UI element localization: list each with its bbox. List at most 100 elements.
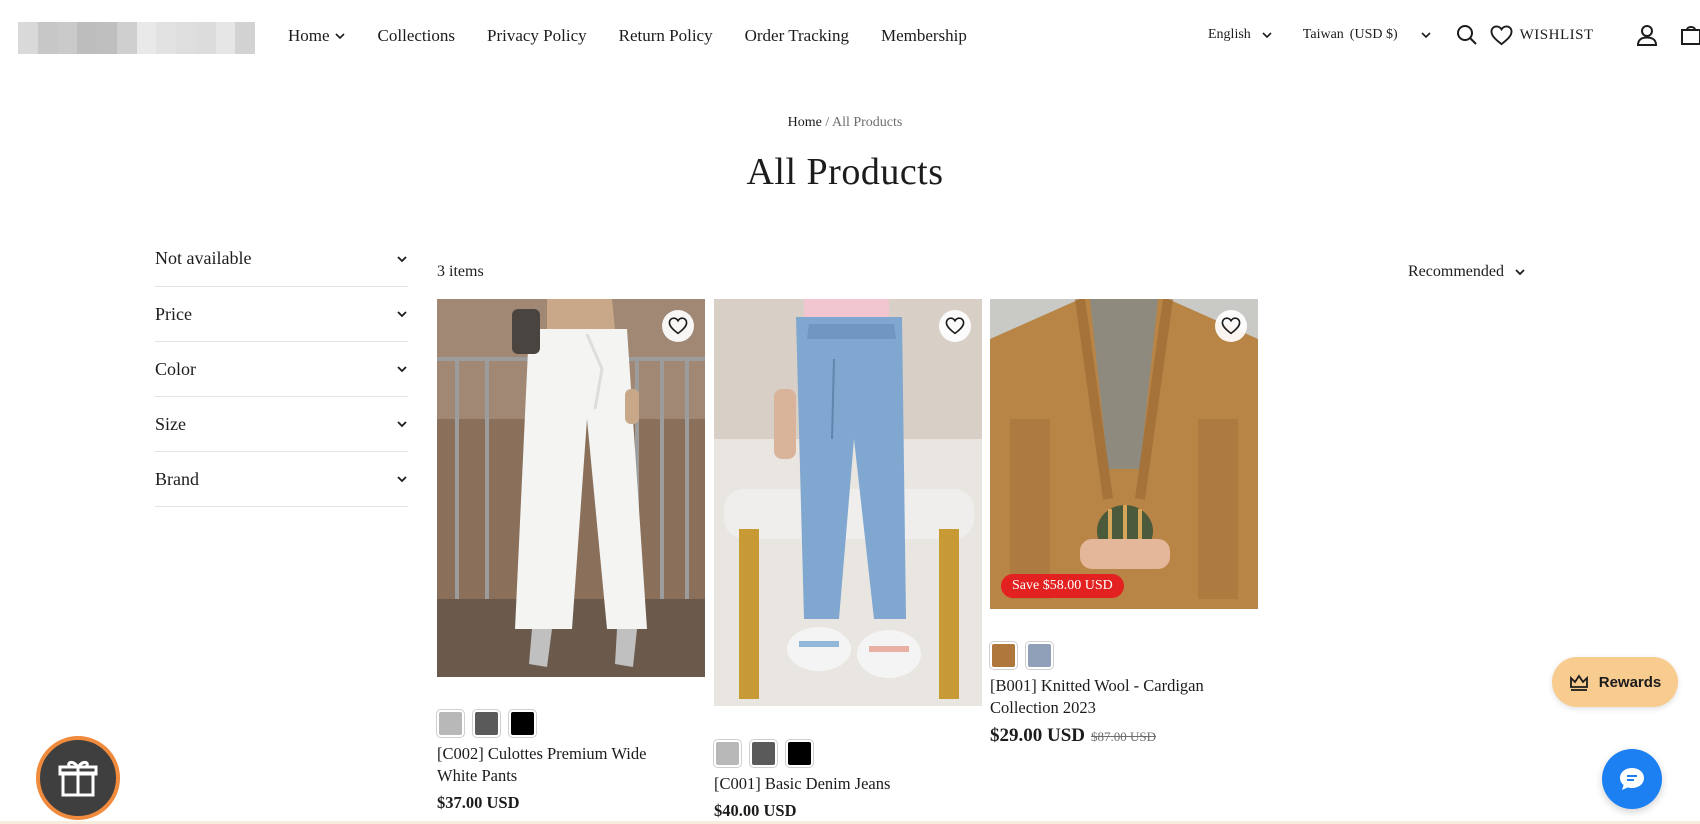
- product-image[interactable]: Save $58.00 USD: [990, 299, 1258, 609]
- breadcrumb-current: All Products: [831, 115, 903, 130]
- filter-size[interactable]: Size: [155, 397, 408, 452]
- product-title[interactable]: [C002] Culottes Premium Wide White Pants: [437, 743, 705, 787]
- logo-block: [77, 22, 97, 38]
- heart-add-icon: [945, 317, 965, 335]
- nav-return-policy-label: Return Policy: [618, 26, 713, 45]
- logo-block: [97, 38, 117, 54]
- breadcrumb: Home / All Products: [0, 115, 1690, 131]
- product-photo-white-pants: [437, 299, 705, 677]
- heart-add-icon: [668, 317, 688, 335]
- currency-label: (USD $): [1349, 27, 1398, 42]
- logo-block: [215, 22, 236, 38]
- filter-availability[interactable]: Not available: [155, 231, 408, 287]
- language-selector[interactable]: English: [1208, 27, 1273, 43]
- rewards-label: Rewards: [1598, 673, 1662, 691]
- logo-block: [156, 38, 176, 54]
- logo-block: [57, 22, 78, 38]
- product-image[interactable]: [714, 299, 982, 706]
- nav-privacy-policy-label: Privacy Policy: [487, 26, 587, 45]
- product-price: $37.00 USD: [437, 793, 520, 812]
- chat-button[interactable]: [1602, 749, 1662, 809]
- color-swatch[interactable]: [473, 710, 500, 737]
- rewards-button[interactable]: Rewards: [1552, 657, 1678, 707]
- chevron-down-icon: [397, 366, 407, 373]
- chevron-down-icon: [1421, 32, 1431, 39]
- product-card[interactable]: [C002] Culottes Premium Wide White Pants…: [437, 299, 705, 813]
- product-title-line: Collection 2023: [990, 698, 1096, 717]
- nav-collections-label: Collections: [377, 26, 455, 45]
- logo-block: [176, 22, 196, 38]
- gift-button[interactable]: [36, 736, 120, 820]
- logo-block: [195, 38, 216, 54]
- product-card[interactable]: [C001] Basic Denim Jeans $40.00 USD: [714, 299, 982, 821]
- breadcrumb-home-link[interactable]: Home: [788, 115, 822, 130]
- nav-order-tracking[interactable]: Order Tracking: [745, 26, 849, 46]
- wishlist-toggle[interactable]: [939, 310, 971, 342]
- filter-label: Size: [155, 413, 186, 434]
- chevron-down-icon: [1262, 32, 1272, 39]
- logo-block: [235, 38, 255, 54]
- logo-block: [57, 38, 78, 54]
- filter-color[interactable]: Color: [155, 342, 408, 397]
- logo-block: [116, 22, 137, 38]
- chevron-down-icon: [397, 476, 407, 483]
- chevron-down-icon: [1515, 269, 1525, 276]
- nav-membership[interactable]: Membership: [881, 26, 967, 46]
- compare-at-price: $87.00 USD: [1091, 729, 1157, 744]
- logo-block: [18, 22, 38, 38]
- sort-dropdown[interactable]: Recommended: [1408, 263, 1526, 281]
- filter-sidebar: Not available Price Color Size Brand: [155, 231, 408, 507]
- color-swatch[interactable]: [786, 740, 813, 767]
- chat-bubble-icon: [1620, 768, 1644, 790]
- color-swatch[interactable]: [714, 740, 741, 767]
- language-label: English: [1208, 27, 1251, 42]
- filter-brand[interactable]: Brand: [155, 452, 408, 507]
- sale-badge: Save $58.00 USD: [1001, 574, 1124, 598]
- filter-price[interactable]: Price: [155, 287, 408, 342]
- product-count: 3 items: [437, 263, 484, 280]
- color-swatch[interactable]: [1026, 642, 1053, 669]
- store-logo[interactable]: [18, 22, 255, 54]
- cart-button[interactable]: [1680, 24, 1700, 46]
- color-swatch[interactable]: [750, 740, 777, 767]
- nav-privacy-policy[interactable]: Privacy Policy: [487, 26, 587, 46]
- wishlist-toggle[interactable]: [1215, 310, 1247, 342]
- filter-label: Color: [155, 358, 197, 379]
- wishlist-label: WISHLIST: [1519, 26, 1594, 43]
- logo-block: [18, 38, 38, 54]
- logo-block: [215, 38, 236, 54]
- logo-block: [37, 38, 58, 54]
- product-title[interactable]: [C001] Basic Denim Jeans: [714, 773, 982, 795]
- nav-return-policy[interactable]: Return Policy: [619, 26, 713, 46]
- search-button[interactable]: [1456, 24, 1478, 46]
- crown-icon: [1569, 674, 1588, 691]
- account-icon: [1636, 25, 1657, 46]
- product-photo-cardigan: [990, 299, 1258, 609]
- product-card[interactable]: Save $58.00 USD [B001] Knitted Wool - Ca…: [990, 299, 1258, 747]
- breadcrumb-separator: /: [825, 115, 830, 130]
- page-title: All Products: [746, 151, 944, 193]
- product-price: $40.00 USD: [714, 801, 797, 820]
- color-swatch[interactable]: [437, 710, 464, 737]
- logo-block: [37, 22, 58, 38]
- heart-icon: [1490, 24, 1513, 45]
- country-label: Taiwan: [1302, 27, 1344, 42]
- wishlist-toggle[interactable]: [662, 310, 694, 342]
- logo-block: [136, 38, 157, 54]
- gift-icon: [58, 760, 98, 797]
- nav-home[interactable]: Home: [288, 26, 346, 46]
- heart-add-icon: [1221, 317, 1241, 335]
- nav-collections[interactable]: Collections: [378, 26, 455, 46]
- site-header: Home Collections Privacy Policy Return P…: [0, 0, 1700, 78]
- logo-block: [97, 22, 117, 38]
- cart-icon: [1680, 26, 1700, 45]
- wishlist-link[interactable]: WISHLIST: [1490, 24, 1594, 46]
- product-title[interactable]: [B001] Knitted Wool - Cardigan Collectio…: [990, 675, 1258, 719]
- color-swatches: [714, 740, 982, 767]
- color-swatch[interactable]: [990, 642, 1017, 669]
- logo-block: [235, 22, 255, 38]
- account-button[interactable]: [1636, 24, 1658, 46]
- product-image[interactable]: [437, 299, 705, 677]
- country-selector[interactable]: Taiwan (USD $): [1303, 27, 1432, 43]
- color-swatch[interactable]: [509, 710, 536, 737]
